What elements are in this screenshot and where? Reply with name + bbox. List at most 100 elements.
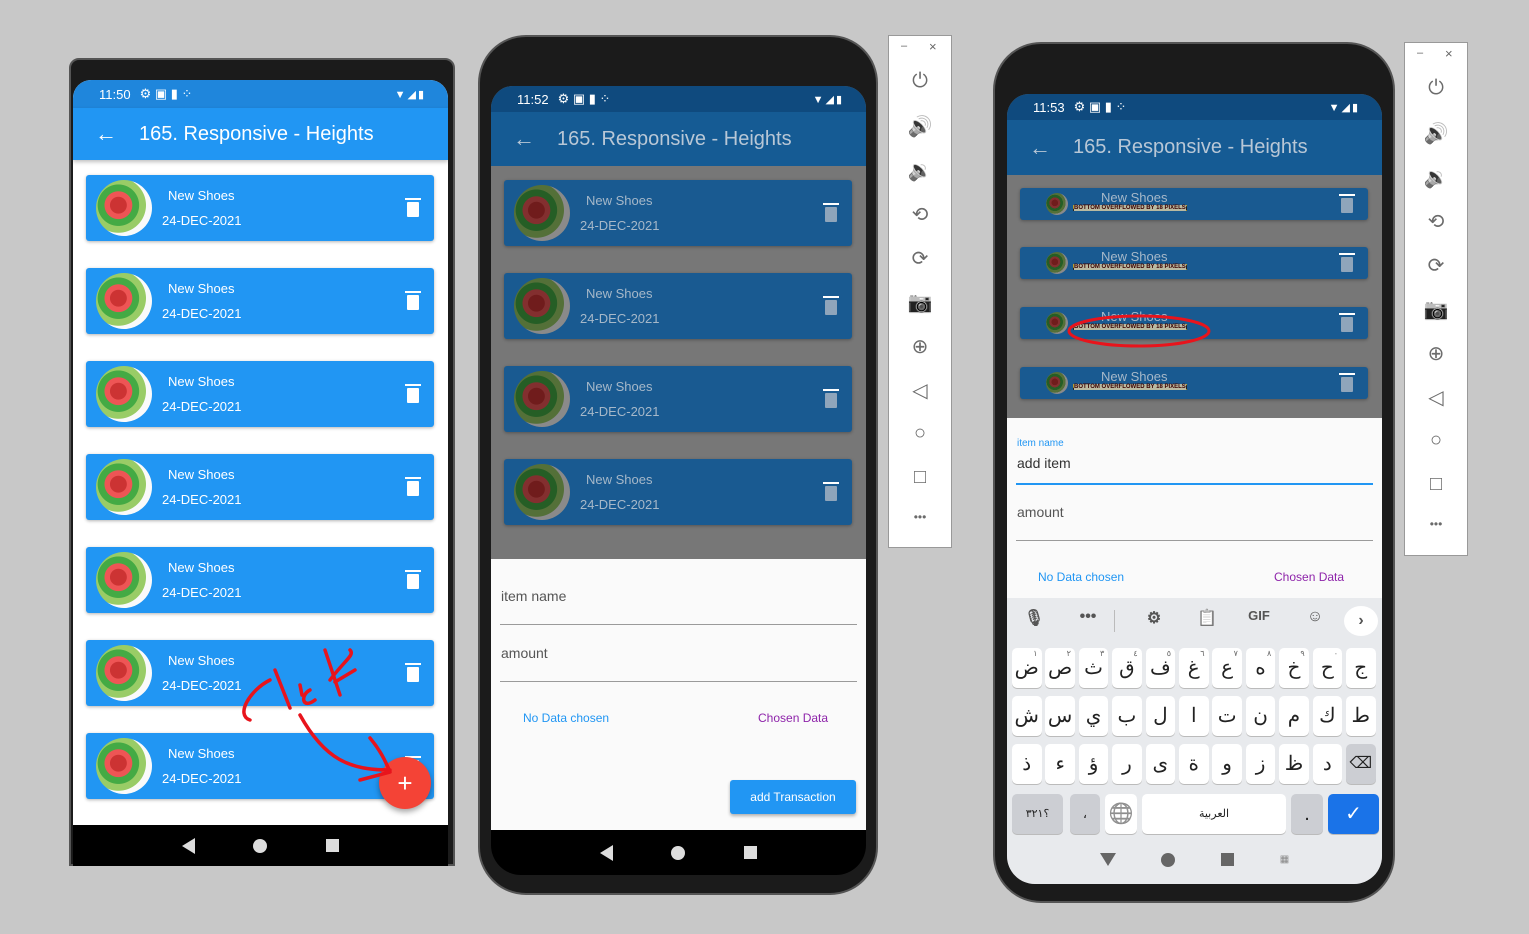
nav-home-icon[interactable] (671, 845, 686, 860)
key[interactable]: ع٧ (1212, 648, 1242, 688)
nav-back-icon[interactable] (600, 844, 614, 861)
key[interactable]: ث٣ (1078, 648, 1109, 688)
sticker-icon[interactable]: ☺ (1298, 608, 1332, 626)
add-transaction-button[interactable]: add Transaction (730, 780, 856, 814)
overview-icon[interactable]: □ (1405, 473, 1467, 496)
delete-trash-icon[interactable] (823, 389, 839, 408)
nav-recents-icon[interactable] (1221, 853, 1235, 866)
key[interactable]: ذ (1012, 744, 1042, 784)
power-icon[interactable]: ⏻ (1405, 77, 1467, 100)
key[interactable]: ص٢ (1045, 648, 1075, 688)
key[interactable]: ى (1145, 744, 1176, 784)
amount-input[interactable]: amount (1017, 504, 1064, 520)
item-name-input[interactable]: add item (1017, 455, 1071, 471)
volume-up-icon[interactable]: 🔊 (1405, 121, 1467, 146)
zoom-icon[interactable]: ⊕ (889, 334, 951, 359)
delete-trash-icon[interactable] (1339, 313, 1355, 332)
space-bar[interactable]: العربية (1142, 794, 1286, 834)
emoji-comma-key[interactable]: ، (1070, 794, 1100, 834)
key[interactable]: ج (1346, 648, 1376, 688)
key[interactable]: ة (1179, 744, 1209, 784)
amount-input[interactable]: amount (501, 645, 548, 661)
nav-back-icon[interactable] (182, 837, 196, 854)
delete-trash-icon[interactable] (823, 482, 839, 501)
delete-trash-icon[interactable] (1339, 194, 1355, 213)
close-button[interactable]: × (1445, 46, 1453, 61)
choose-date-button[interactable]: Chosen Data (1274, 570, 1344, 584)
key[interactable]: ب (1112, 696, 1142, 736)
zoom-icon[interactable]: ⊕ (1405, 341, 1467, 366)
nav-home-icon[interactable] (1161, 852, 1176, 867)
delete-trash-icon[interactable] (405, 291, 421, 310)
chevron-right-icon[interactable]: › (1344, 606, 1378, 636)
delete-trash-icon[interactable] (823, 203, 839, 222)
enter-check-key[interactable]: ✓ (1328, 794, 1379, 834)
volume-up-icon[interactable]: 🔊 (889, 114, 951, 139)
home-icon[interactable]: ○ (1405, 429, 1467, 452)
key[interactable]: غ٦ (1179, 648, 1209, 688)
mic-icon[interactable]: 🎙 (1017, 608, 1051, 628)
key[interactable]: و (1212, 744, 1242, 784)
back-arrow-icon[interactable]: ← (491, 126, 557, 152)
delete-trash-icon[interactable] (405, 198, 421, 217)
delete-trash-icon[interactable] (1339, 373, 1355, 392)
delete-trash-icon[interactable] (823, 296, 839, 315)
numbers-key[interactable]: ؟٣٢١ (1012, 794, 1063, 834)
nav-home-icon[interactable] (253, 838, 268, 853)
backspace-key[interactable]: ⌫ (1346, 744, 1376, 784)
key[interactable]: ك (1312, 696, 1343, 736)
key[interactable]: ؤ (1078, 744, 1109, 784)
key[interactable]: ء (1045, 744, 1075, 784)
key[interactable]: ا (1179, 696, 1209, 736)
delete-trash-icon[interactable] (1339, 253, 1355, 272)
key[interactable]: ش (1012, 696, 1042, 736)
minimize-button[interactable]: – (901, 40, 907, 52)
close-button[interactable]: × (929, 39, 937, 54)
delete-trash-icon[interactable] (405, 570, 421, 589)
camera-icon[interactable]: 📷 (889, 290, 951, 315)
key[interactable]: ق٤ (1112, 648, 1142, 688)
rotate-right-icon[interactable]: ⟳ (889, 246, 951, 271)
delete-trash-icon[interactable] (405, 384, 421, 403)
nav-back-icon[interactable] (1099, 853, 1116, 866)
volume-down-icon[interactable]: 🔉 (1405, 165, 1467, 190)
clipboard-icon[interactable]: 📋 (1190, 608, 1224, 628)
gear-icon[interactable]: ⚙ (1137, 608, 1171, 628)
nav-recents-icon[interactable] (325, 839, 339, 852)
key[interactable]: د (1312, 744, 1343, 784)
key[interactable]: خ٩ (1279, 648, 1309, 688)
key[interactable]: ي (1078, 696, 1109, 736)
key[interactable]: ن (1245, 696, 1276, 736)
more-icon[interactable]: ••• (1405, 517, 1467, 531)
gif-button[interactable]: GIF (1242, 608, 1276, 623)
back-icon[interactable]: ◁ (889, 378, 951, 403)
item-name-input[interactable]: item name (501, 588, 566, 604)
key[interactable]: ط (1346, 696, 1376, 736)
minimize-button[interactable]: – (1417, 47, 1423, 59)
key[interactable]: م (1279, 696, 1309, 736)
power-icon[interactable]: ⏻ (889, 70, 951, 93)
more-icon[interactable]: ••• (889, 510, 951, 524)
key[interactable]: ح٠ (1312, 648, 1343, 688)
delete-trash-icon[interactable] (405, 477, 421, 496)
rotate-left-icon[interactable]: ⟲ (889, 202, 951, 227)
key[interactable]: ز (1245, 744, 1276, 784)
camera-icon[interactable]: 📷 (1405, 297, 1467, 322)
more-icon[interactable]: ••• (1071, 608, 1105, 626)
key[interactable]: ل (1145, 696, 1176, 736)
key[interactable]: ر (1112, 744, 1142, 784)
key[interactable]: ظ (1279, 744, 1309, 784)
rotate-left-icon[interactable]: ⟲ (1405, 209, 1467, 234)
rotate-right-icon[interactable]: ⟳ (1405, 253, 1467, 278)
key[interactable]: ت (1212, 696, 1242, 736)
nav-recents-icon[interactable] (743, 846, 757, 859)
back-arrow-icon[interactable]: ← (73, 121, 139, 147)
back-arrow-icon[interactable]: ← (1007, 135, 1073, 161)
globe-language-key[interactable]: 🌐 (1105, 794, 1137, 834)
key[interactable]: ض١ (1012, 648, 1042, 688)
key[interactable]: ف٥ (1145, 648, 1176, 688)
overview-icon[interactable]: □ (889, 466, 951, 489)
choose-date-button[interactable]: Chosen Data (758, 711, 828, 725)
keyboard-switch-icon[interactable]: ▦ (1280, 854, 1289, 865)
period-key[interactable]: . (1291, 794, 1323, 834)
